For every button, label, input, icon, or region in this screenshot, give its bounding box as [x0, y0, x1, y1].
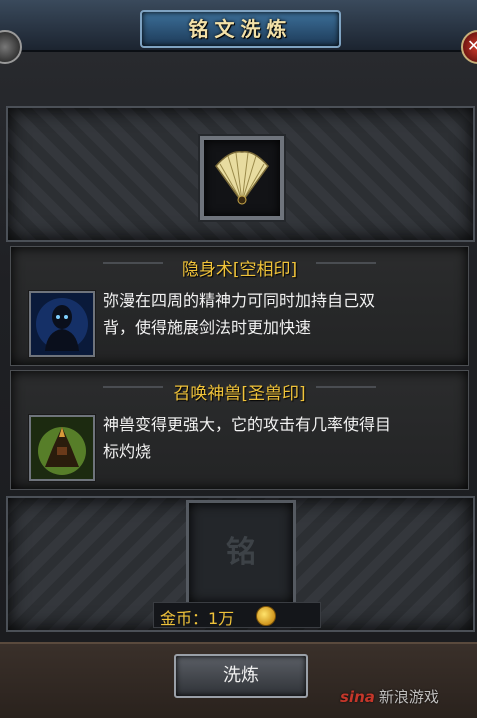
rune-row[interactable]: 召唤神兽[圣兽印] 神兽变得更强大，它的攻击有几率使得目 标灼烧: [10, 370, 469, 490]
summon-beast-icon: [29, 415, 95, 481]
stealth-figure-icon: [29, 291, 95, 357]
description-line: 弥漫在四周的精神力可同时加持自己双: [103, 291, 376, 310]
equipment-slot[interactable]: [200, 136, 284, 220]
rune-description: 神兽变得更强大，它的攻击有几率使得目 标灼烧: [103, 411, 453, 465]
dialog-title: 铭文洗炼: [140, 10, 341, 48]
title-bar: 铭文洗炼: [0, 0, 477, 52]
ornament-divider: [316, 262, 376, 264]
rune-name: 隐身术[空相印]: [181, 260, 298, 280]
sina-logo: sina: [340, 688, 375, 706]
refine-button[interactable]: 洗炼: [174, 654, 308, 698]
fan-icon: [215, 151, 269, 205]
dialog-frame: 铭文洗炼 ✕ 隐身术[空相印] 弥漫在四周的精神力可同时加持自己双 背，使得施展…: [0, 0, 477, 718]
gold-cost: 金币：1万: [153, 602, 321, 628]
seal-glyph: 铭: [226, 535, 256, 570]
rune-description: 弥漫在四周的精神力可同时加持自己双 背，使得施展剑法时更加快速: [103, 287, 453, 341]
gold-coin-icon: [256, 606, 276, 626]
watermark: sina 新浪游戏: [340, 686, 439, 707]
close-icon: ✕: [467, 36, 477, 55]
description-line: 神兽变得更强大，它的攻击有几率使得目: [103, 415, 392, 434]
watermark-text: 新浪游戏: [378, 688, 439, 706]
gold-label: 金币：1万: [160, 609, 235, 628]
rune-row[interactable]: 隐身术[空相印] 弥漫在四周的精神力可同时加持自己双 背，使得施展剑法时更加快速: [10, 246, 469, 366]
description-line: 标灼烧: [103, 442, 152, 461]
seal-slot[interactable]: 铭: [186, 500, 296, 606]
description-line: 背，使得施展剑法时更加快速: [103, 318, 312, 337]
rune-name: 召唤神兽[圣兽印]: [173, 384, 306, 404]
ornament-divider: [316, 386, 376, 388]
